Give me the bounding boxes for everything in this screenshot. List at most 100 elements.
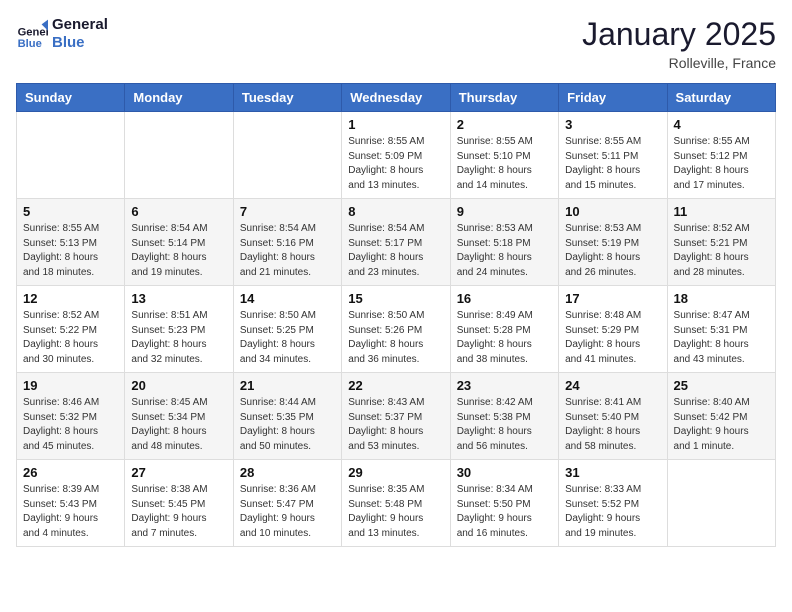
- day-number: 27: [131, 465, 226, 480]
- calendar-cell: 25 Sunrise: 8:40 AM Sunset: 5:42 PM Dayli…: [667, 373, 775, 460]
- calendar-cell: 29 Sunrise: 8:35 AM Sunset: 5:48 PM Dayli…: [342, 460, 450, 547]
- calendar-cell: 21 Sunrise: 8:44 AM Sunset: 5:35 PM Dayli…: [233, 373, 341, 460]
- day-info: Sunrise: 8:55 AM Sunset: 5:11 PM Dayligh…: [565, 135, 660, 193]
- svg-text:General: General: [18, 27, 48, 39]
- day-info: Sunrise: 8:35 AM Sunset: 5:48 PM Dayligh…: [348, 483, 443, 541]
- day-number: 25: [674, 378, 769, 393]
- calendar-cell: [17, 112, 125, 199]
- calendar-cell: 11Sunrise: 8:52 AM Sunset: 5:21 PM Dayli…: [667, 199, 775, 286]
- week-row-3: 12 Sunrise: 8:52 AM Sunset: 5:22 PM Dayli…: [17, 286, 776, 373]
- day-number: 17: [565, 291, 660, 306]
- day-info: Sunrise: 8:43 AM Sunset: 5:37 PM Dayligh…: [348, 396, 443, 454]
- day-info: Sunrise: 8:55 AM Sunset: 5:09 PM Dayligh…: [348, 135, 443, 193]
- calendar-cell: 5 Sunrise: 8:55 AM Sunset: 5:13 PM Daylig…: [17, 199, 125, 286]
- calendar-cell: 27 Sunrise: 8:38 AM Sunset: 5:45 PM Dayli…: [125, 460, 233, 547]
- day-number: 4: [674, 117, 769, 132]
- day-number: 13: [131, 291, 226, 306]
- calendar-table: SundayMondayTuesdayWednesdayThursdayFrid…: [16, 83, 776, 547]
- day-info: Sunrise: 8:53 AM Sunset: 5:19 PM Dayligh…: [565, 222, 660, 280]
- day-number: 28: [240, 465, 335, 480]
- day-number: 31: [565, 465, 660, 480]
- day-info: Sunrise: 8:36 AM Sunset: 5:47 PM Dayligh…: [240, 483, 335, 541]
- weekday-header-thursday: Thursday: [450, 84, 558, 112]
- weekday-header-wednesday: Wednesday: [342, 84, 450, 112]
- week-row-1: 1 Sunrise: 8:55 AM Sunset: 5:09 PM Daylig…: [17, 112, 776, 199]
- calendar-cell: 26 Sunrise: 8:39 AM Sunset: 5:43 PM Dayli…: [17, 460, 125, 547]
- calendar-cell: 14 Sunrise: 8:50 AM Sunset: 5:25 PM Dayli…: [233, 286, 341, 373]
- calendar-cell: [125, 112, 233, 199]
- calendar-cell: 1 Sunrise: 8:55 AM Sunset: 5:09 PM Daylig…: [342, 112, 450, 199]
- day-info: Sunrise: 8:42 AM Sunset: 5:38 PM Dayligh…: [457, 396, 552, 454]
- day-info: Sunrise: 8:38 AM Sunset: 5:45 PM Dayligh…: [131, 483, 226, 541]
- logo-general: General: [52, 16, 108, 34]
- calendar-cell: 10 Sunrise: 8:53 AM Sunset: 5:19 PM Dayli…: [559, 199, 667, 286]
- day-number: 5: [23, 204, 118, 219]
- day-info: Sunrise: 8:52 AM Sunset: 5:22 PM Dayligh…: [23, 309, 118, 367]
- week-row-5: 26 Sunrise: 8:39 AM Sunset: 5:43 PM Dayli…: [17, 460, 776, 547]
- day-number: 29: [348, 465, 443, 480]
- day-number: 20: [131, 378, 226, 393]
- logo-blue: Blue: [52, 34, 108, 52]
- day-info: Sunrise: 8:54 AM Sunset: 5:16 PM Dayligh…: [240, 222, 335, 280]
- day-info: Sunrise: 8:48 AM Sunset: 5:29 PM Dayligh…: [565, 309, 660, 367]
- calendar-cell: 3 Sunrise: 8:55 AM Sunset: 5:11 PM Daylig…: [559, 112, 667, 199]
- day-info: Sunrise: 8:49 AM Sunset: 5:28 PM Dayligh…: [457, 309, 552, 367]
- logo: General Blue General Blue: [16, 16, 108, 52]
- calendar-cell: 13 Sunrise: 8:51 AM Sunset: 5:23 PM Dayli…: [125, 286, 233, 373]
- location: Rolleville, France: [582, 55, 776, 71]
- day-number: 18: [674, 291, 769, 306]
- day-number: 3: [565, 117, 660, 132]
- day-number: 24: [565, 378, 660, 393]
- calendar-cell: 23Sunrise: 8:42 AM Sunset: 5:38 PM Dayli…: [450, 373, 558, 460]
- day-info: Sunrise: 8:55 AM Sunset: 5:13 PM Dayligh…: [23, 222, 118, 280]
- day-info: Sunrise: 8:54 AM Sunset: 5:17 PM Dayligh…: [348, 222, 443, 280]
- calendar-cell: 8 Sunrise: 8:54 AM Sunset: 5:17 PM Daylig…: [342, 199, 450, 286]
- title-block: January 2025 Rolleville, France: [582, 16, 776, 71]
- calendar-cell: 6 Sunrise: 8:54 AM Sunset: 5:14 PM Daylig…: [125, 199, 233, 286]
- day-number: 21: [240, 378, 335, 393]
- day-info: Sunrise: 8:53 AM Sunset: 5:18 PM Dayligh…: [457, 222, 552, 280]
- calendar-cell: 7 Sunrise: 8:54 AM Sunset: 5:16 PM Daylig…: [233, 199, 341, 286]
- day-number: 22: [348, 378, 443, 393]
- weekday-header-friday: Friday: [559, 84, 667, 112]
- day-number: 7: [240, 204, 335, 219]
- day-number: 30: [457, 465, 552, 480]
- calendar-cell: 16 Sunrise: 8:49 AM Sunset: 5:28 PM Dayli…: [450, 286, 558, 373]
- calendar-cell: 9 Sunrise: 8:53 AM Sunset: 5:18 PM Daylig…: [450, 199, 558, 286]
- day-info: Sunrise: 8:45 AM Sunset: 5:34 PM Dayligh…: [131, 396, 226, 454]
- week-row-4: 19Sunrise: 8:46 AM Sunset: 5:32 PM Dayli…: [17, 373, 776, 460]
- day-info: Sunrise: 8:40 AM Sunset: 5:42 PM Dayligh…: [674, 396, 769, 454]
- day-number: 1: [348, 117, 443, 132]
- day-number: 8: [348, 204, 443, 219]
- calendar-cell: [233, 112, 341, 199]
- day-number: 2: [457, 117, 552, 132]
- day-number: 26: [23, 465, 118, 480]
- day-number: 9: [457, 204, 552, 219]
- day-info: Sunrise: 8:46 AM Sunset: 5:32 PM Dayligh…: [23, 396, 118, 454]
- week-row-2: 5 Sunrise: 8:55 AM Sunset: 5:13 PM Daylig…: [17, 199, 776, 286]
- day-info: Sunrise: 8:44 AM Sunset: 5:35 PM Dayligh…: [240, 396, 335, 454]
- day-number: 10: [565, 204, 660, 219]
- day-info: Sunrise: 8:55 AM Sunset: 5:12 PM Dayligh…: [674, 135, 769, 193]
- day-info: Sunrise: 8:41 AM Sunset: 5:40 PM Dayligh…: [565, 396, 660, 454]
- calendar-cell: 22 Sunrise: 8:43 AM Sunset: 5:37 PM Dayli…: [342, 373, 450, 460]
- day-info: Sunrise: 8:47 AM Sunset: 5:31 PM Dayligh…: [674, 309, 769, 367]
- calendar-cell: 2 Sunrise: 8:55 AM Sunset: 5:10 PM Daylig…: [450, 112, 558, 199]
- day-number: 12: [23, 291, 118, 306]
- calendar-cell: 24 Sunrise: 8:41 AM Sunset: 5:40 PM Dayli…: [559, 373, 667, 460]
- day-info: Sunrise: 8:55 AM Sunset: 5:10 PM Dayligh…: [457, 135, 552, 193]
- day-info: Sunrise: 8:34 AM Sunset: 5:50 PM Dayligh…: [457, 483, 552, 541]
- day-info: Sunrise: 8:51 AM Sunset: 5:23 PM Dayligh…: [131, 309, 226, 367]
- day-number: 16: [457, 291, 552, 306]
- weekday-header-saturday: Saturday: [667, 84, 775, 112]
- day-number: 14: [240, 291, 335, 306]
- day-number: 6: [131, 204, 226, 219]
- weekday-header-sunday: Sunday: [17, 84, 125, 112]
- calendar-cell: [667, 460, 775, 547]
- month-title: January 2025: [582, 16, 776, 53]
- day-info: Sunrise: 8:54 AM Sunset: 5:14 PM Dayligh…: [131, 222, 226, 280]
- calendar-cell: 20 Sunrise: 8:45 AM Sunset: 5:34 PM Dayli…: [125, 373, 233, 460]
- calendar-cell: 31Sunrise: 8:33 AM Sunset: 5:52 PM Dayli…: [559, 460, 667, 547]
- day-info: Sunrise: 8:39 AM Sunset: 5:43 PM Dayligh…: [23, 483, 118, 541]
- day-info: Sunrise: 8:50 AM Sunset: 5:25 PM Dayligh…: [240, 309, 335, 367]
